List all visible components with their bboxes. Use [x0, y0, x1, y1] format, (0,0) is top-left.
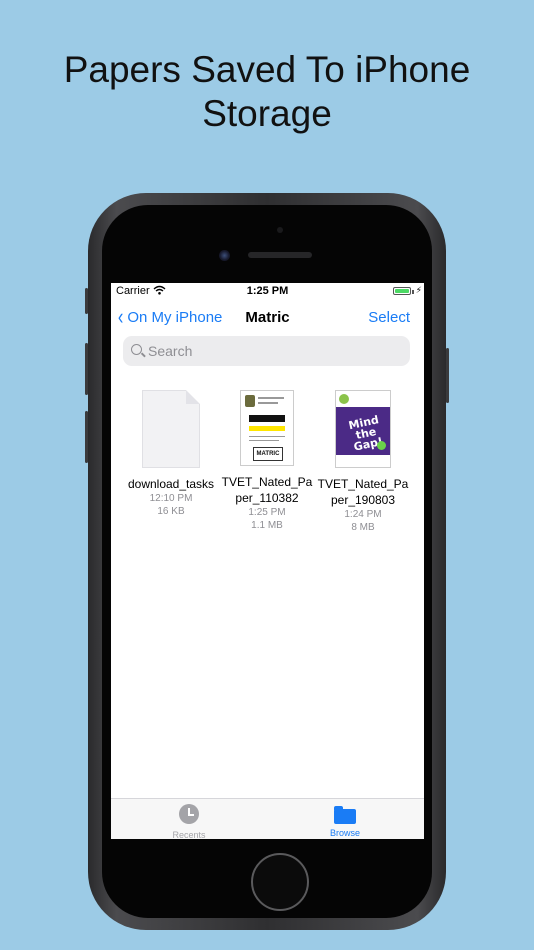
file-item[interactable]: download_tasks 12:10 PM 16 KB [123, 390, 219, 518]
status-bar: Carrier 1:25 PM ⚡ [111, 283, 424, 303]
battery-tip [412, 290, 414, 294]
file-name: TVET_Nated_Paper_110382 [221, 475, 313, 505]
coat-of-arms-icon [245, 395, 255, 407]
phone-screen: Carrier 1:25 PM ⚡ ‹ On My iPhone Matric … [111, 283, 424, 839]
search-placeholder: Search [148, 343, 193, 359]
charging-icon: ⚡ [415, 285, 422, 295]
file-size: 8 MB [351, 522, 375, 533]
search-input[interactable]: Search [123, 336, 410, 366]
tab-bar: Recents Browse [111, 798, 424, 839]
phone-power-button [446, 348, 449, 403]
headline: Papers Saved To iPhone Storage [63, 49, 471, 134]
phone-volume-down [85, 411, 88, 463]
front-camera [219, 250, 230, 261]
search-icon [131, 344, 142, 355]
file-time: 1:25 PM [248, 507, 286, 518]
phone-silent-switch [85, 288, 88, 314]
home-button[interactable] [251, 853, 309, 911]
file-size: 1.1 MB [251, 520, 283, 531]
file-time: 12:10 PM [149, 493, 193, 504]
logo-icon [339, 394, 349, 404]
exam-paper-thumbnail: MATRIC [240, 390, 294, 466]
navigation-bar: ‹ On My iPhone Matric Select [111, 303, 424, 335]
mind-the-gap-thumbnail: Mind the Gap! [335, 390, 391, 468]
file-name: download_tasks [127, 477, 215, 491]
clock-icon [179, 804, 199, 824]
earpiece-speaker [248, 252, 312, 258]
tab-recents-label: Recents [172, 830, 206, 839]
file-item[interactable]: MATRIC TVET_Nated_Paper_110382 1:25 PM 1… [219, 390, 315, 532]
folder-icon [334, 806, 356, 824]
tab-browse-label: Browse [329, 828, 360, 838]
matric-label: MATRIC [253, 447, 283, 461]
status-time: 1:25 PM [246, 285, 289, 297]
battery-icon [393, 287, 411, 295]
file-time: 1:24 PM [344, 509, 382, 520]
file-item[interactable]: Mind the Gap! TVET_Nated_Paper_190803 1:… [315, 390, 411, 534]
phone-volume-up [85, 343, 88, 395]
file-name: TVET_Nated_Paper_190803 [317, 477, 409, 507]
grade-badge [377, 441, 386, 450]
tab-browse[interactable]: Browse [300, 804, 390, 838]
file-size: 16 KB [157, 506, 185, 517]
select-button[interactable]: Select [368, 309, 410, 326]
document-icon [142, 390, 200, 468]
proximity-sensor [277, 227, 283, 233]
tab-recents[interactable]: Recents [144, 804, 234, 839]
